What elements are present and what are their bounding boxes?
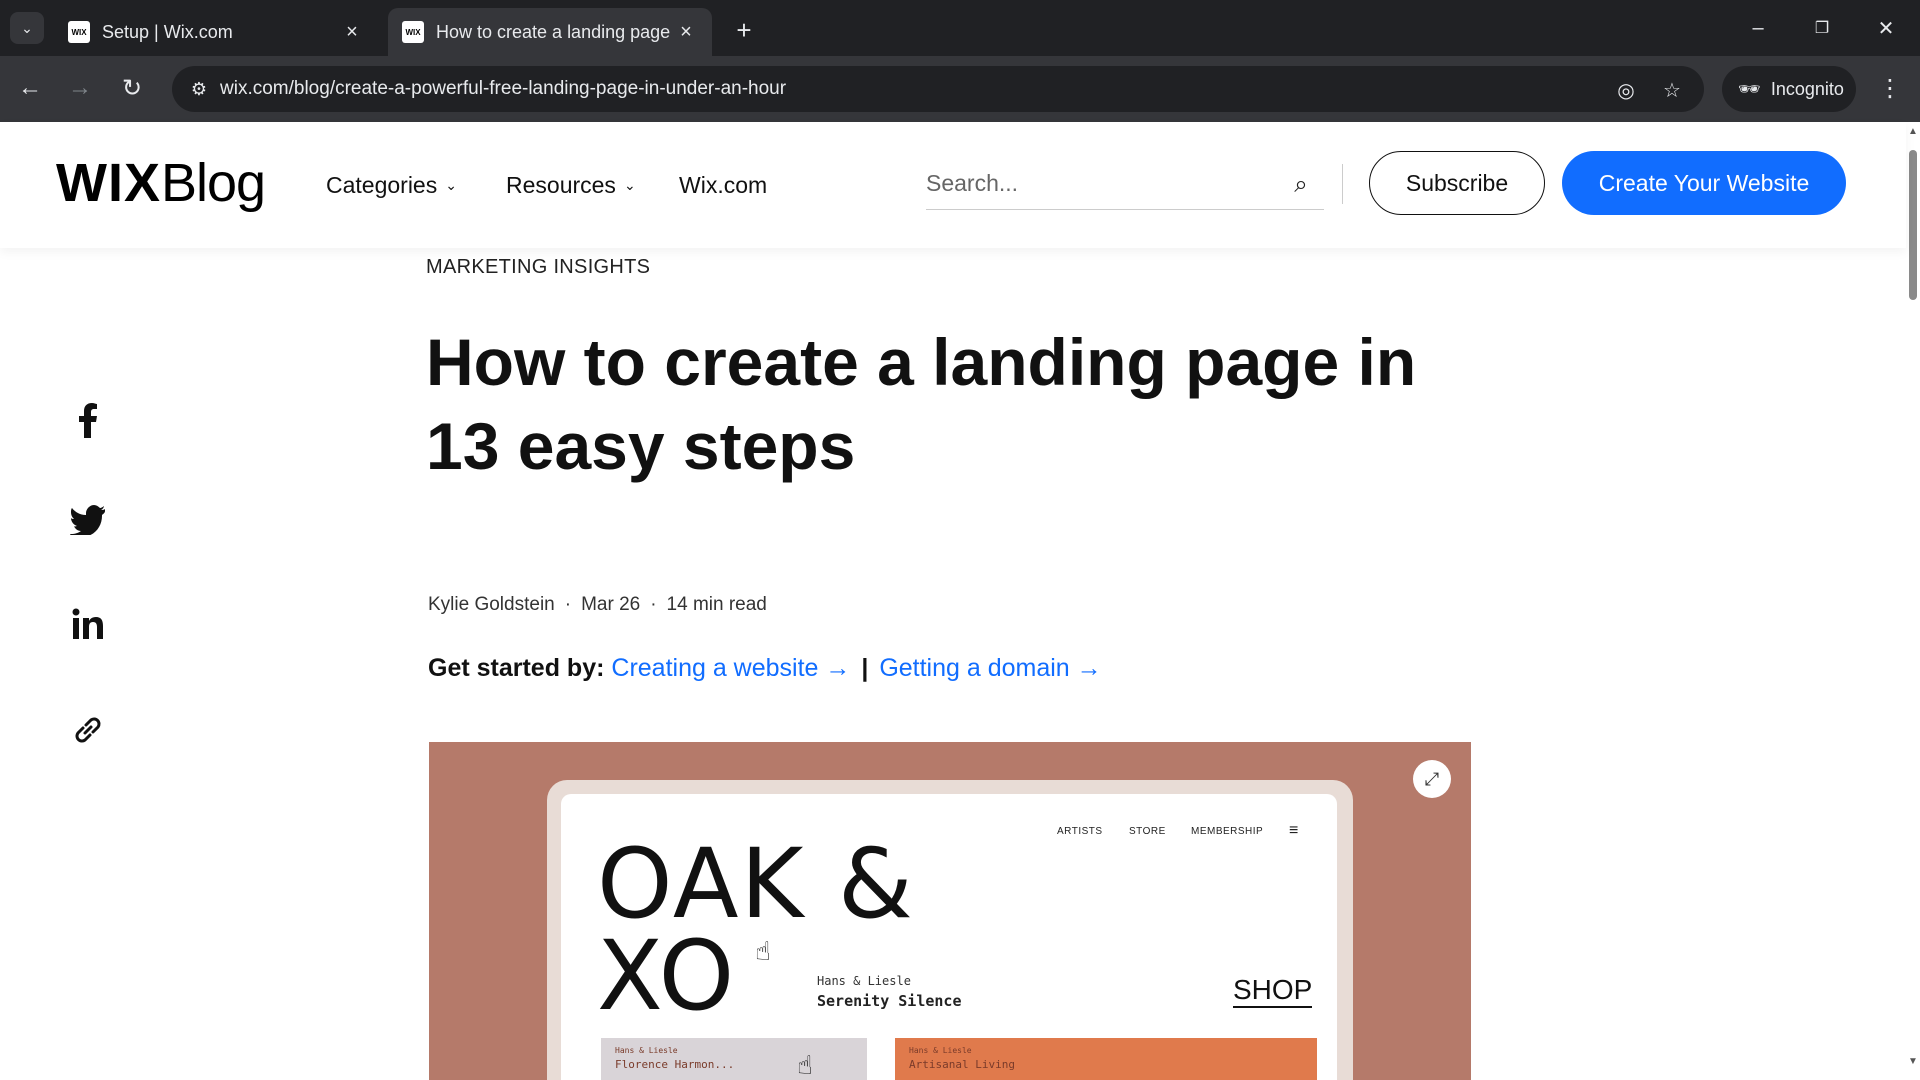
search-input[interactable]	[926, 166, 1266, 200]
mock-shop-link: SHOP	[1233, 974, 1313, 1008]
tab-title: How to create a landing page in 13 easy …	[436, 21, 674, 42]
scrollbar-thumb[interactable]	[1909, 150, 1917, 300]
mock-nav-store: STORE	[1129, 826, 1166, 837]
nav-categories-label: Categories	[326, 172, 438, 198]
separator-dot: ·	[564, 594, 572, 615]
create-website-button[interactable]: Create Your Website	[1562, 151, 1846, 215]
wix-blog-logo[interactable]: WIXBlog	[56, 152, 266, 214]
card-small-text: Hans & Liesle	[909, 1046, 972, 1055]
nav-categories[interactable]: Categories ⌄	[326, 172, 457, 199]
mock-nav-artists: ARTISTS	[1057, 826, 1103, 837]
site-info-icon[interactable]: ⚙	[186, 76, 212, 102]
incognito-icon: 🕶	[1738, 78, 1761, 99]
twitter-share-icon[interactable]	[66, 498, 110, 542]
copy-link-icon[interactable]	[66, 708, 110, 752]
article-title: How to create a landing page in 13 easy …	[426, 325, 1417, 483]
publish-date: Mar 26	[581, 594, 641, 615]
nav-resources-label: Resources	[506, 172, 616, 198]
scroll-down-icon[interactable]: ▼	[1908, 1056, 1918, 1067]
forward-arrow-icon[interactable]: →	[62, 70, 98, 106]
read-time: 14 min read	[666, 594, 767, 615]
close-icon[interactable]: ×	[674, 20, 698, 44]
article-category[interactable]: MARKETING INSIGHTS	[426, 256, 650, 279]
window-close-icon[interactable]: ✕	[1866, 8, 1906, 48]
search-box: ⌕	[926, 160, 1324, 210]
subscribe-button[interactable]: Subscribe	[1369, 151, 1545, 215]
hand-cursor-icon: ☝	[797, 1050, 813, 1080]
mock-product-card: Hans & Liesle Florence Harmon...	[601, 1038, 867, 1080]
author-name[interactable]: Kylie Goldstein	[428, 594, 555, 616]
address-bar[interactable]: ⚙ wix.com/blog/create-a-powerful-free-la…	[172, 66, 1704, 112]
browser-tabbar: ⌄ WIX Setup | Wix.com × WIX How to creat…	[0, 0, 1920, 56]
get-started-line: Get started by: Creating a website → | G…	[428, 654, 1102, 683]
creating-website-link[interactable]: Creating a website →	[611, 654, 850, 682]
mock-subtitle: Serenity Silence	[817, 992, 962, 1010]
tab-title: Setup | Wix.com	[102, 21, 233, 42]
getting-domain-link[interactable]: Getting a domain →	[879, 654, 1101, 682]
chevron-down-icon: ⌄	[445, 177, 457, 193]
url-text[interactable]: wix.com/blog/create-a-powerful-free-land…	[220, 78, 786, 100]
mock-title-line1: OAK &	[597, 828, 915, 940]
tab-setup[interactable]: WIX Setup | Wix.com ×	[54, 8, 378, 56]
nav-wixcom-label: Wix.com	[679, 172, 768, 198]
chevron-down-icon: ⌄	[623, 177, 636, 193]
divider	[1342, 164, 1343, 204]
restore-icon[interactable]: ❐	[1802, 8, 1842, 48]
browser-toolbar: ← → ↻ ⚙ wix.com/blog/create-a-powerful-f…	[0, 56, 1920, 122]
eye-off-icon[interactable]: ◎	[1612, 76, 1640, 104]
article-meta: Kylie Goldstein · Mar 26 · 14 min read	[428, 594, 767, 616]
card-title: Florence Harmon...	[615, 1058, 735, 1071]
search-icon[interactable]: ⌕	[1284, 168, 1318, 202]
new-tab-button[interactable]: +	[728, 14, 760, 46]
tab-search-button[interactable]: ⌄	[10, 12, 44, 44]
close-icon[interactable]: ×	[340, 20, 364, 44]
minimize-icon[interactable]: –	[1738, 8, 1778, 48]
logo-blog: Blog	[161, 153, 266, 213]
reload-icon[interactable]: ↻	[114, 70, 150, 106]
card-title: Artisanal Living	[909, 1058, 1015, 1071]
mock-product-card: Hans & Liesle Artisanal Living	[895, 1038, 1317, 1080]
incognito-indicator[interactable]: 🕶 Incognito	[1722, 66, 1856, 112]
wix-favicon-icon: WIX	[68, 21, 90, 43]
facebook-share-icon[interactable]	[66, 398, 110, 442]
back-arrow-icon[interactable]: ←	[12, 70, 48, 106]
browser-menu-icon[interactable]: ⋮	[1872, 70, 1908, 106]
linkedin-share-icon[interactable]	[66, 602, 110, 646]
mock-nav-membership: MEMBERSHIP	[1191, 826, 1264, 837]
bookmark-star-icon[interactable]: ☆	[1658, 76, 1686, 104]
scroll-up-icon[interactable]: ▲	[1908, 126, 1918, 137]
logo-wix: WIX	[56, 153, 161, 213]
separator-dot: ·	[650, 594, 657, 615]
wix-favicon-icon: WIX	[402, 21, 424, 43]
mock-subtitle-small: Hans & Liesle	[817, 974, 911, 988]
tab-landing-page[interactable]: WIX How to create a landing page in 13 e…	[388, 8, 712, 56]
card-small-text: Hans & Liesle	[615, 1046, 678, 1055]
expand-icon[interactable]: ⤢	[1413, 760, 1451, 798]
incognito-label: Incognito	[1770, 78, 1844, 99]
nav-wixcom[interactable]: Wix.com	[679, 172, 767, 199]
page-scrollbar[interactable]: ▲ ▼	[1906, 122, 1920, 1080]
get-started-label: Get started by:	[428, 654, 605, 682]
hero-image[interactable]: ARTISTS STORE MEMBERSHIP ≡ OAK & XO Hans…	[429, 742, 1471, 1080]
site-header: WIXBlog Categories ⌄ Resources ⌄ Wix.com…	[0, 122, 1906, 248]
link-separator: |	[861, 654, 869, 682]
hamburger-icon: ≡	[1289, 822, 1299, 839]
nav-resources[interactable]: Resources ⌄	[506, 172, 636, 199]
website-mockup: ARTISTS STORE MEMBERSHIP ≡ OAK & XO Hans…	[561, 794, 1337, 1080]
hand-cursor-icon: ☝	[755, 936, 771, 966]
